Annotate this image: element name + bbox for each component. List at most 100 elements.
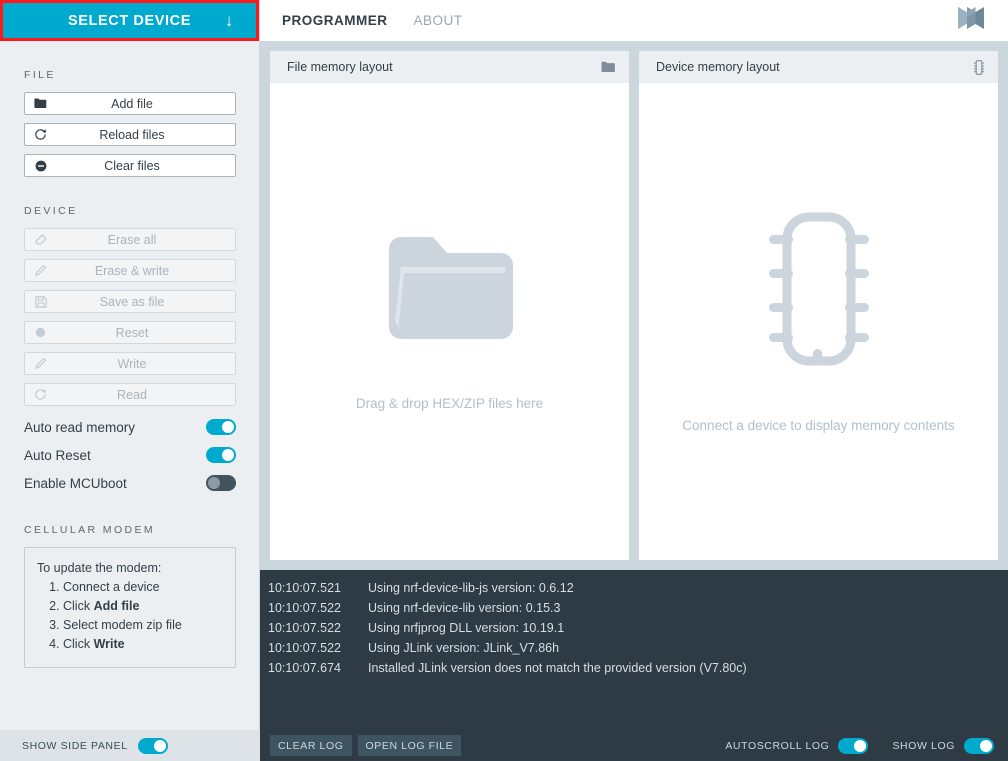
enable-mcuboot-row: Enable MCUboot — [24, 470, 236, 496]
select-device-label: SELECT DEVICE — [67, 12, 191, 29]
log-entry: 10:10:07.521 Using nrf-device-lib-js ver… — [260, 578, 1008, 598]
log-entry: 10:10:07.522 Using nrf-device-lib versio… — [260, 598, 1008, 618]
cellular-modem-section-title: CELLULAR MODEM — [24, 524, 156, 536]
clear-files-label: Clear files — [104, 158, 160, 173]
memory-panels: File memory layout Drag & drop HEX/ZIP f… — [260, 41, 1008, 570]
step-bold: Add file — [93, 599, 140, 613]
read-label: Read — [117, 387, 147, 402]
add-file-button[interactable]: Add file — [24, 92, 236, 115]
open-log-file-button[interactable]: OPEN LOG FILE — [357, 735, 462, 756]
nordic-semiconductor-logo-icon — [954, 3, 988, 38]
step-text: Select modem zip file — [63, 618, 182, 632]
bottom-bar-left: SHOW SIDE PANEL — [0, 730, 260, 761]
log-timestamp: 10:10:07.522 — [268, 601, 341, 615]
add-file-label: Add file — [111, 96, 153, 111]
show-log-toggle[interactable] — [964, 737, 994, 754]
reload-files-button[interactable]: Reload files — [24, 123, 236, 146]
reload-icon — [34, 128, 47, 141]
device-memory-layout-body[interactable]: Connect a device to display memory conte… — [639, 83, 998, 560]
auto-reset-toggle[interactable] — [206, 447, 236, 463]
list-item: Click Write — [63, 635, 223, 654]
pencil-icon — [34, 357, 47, 370]
eraser-icon — [34, 233, 47, 246]
sidebar-content: FILE Add file Reload files Clear files D… — [0, 41, 259, 730]
side-panel: SELECT DEVICE ↓ FILE Add file Reload fil… — [0, 0, 260, 730]
device-memory-layout-title: Device memory layout — [656, 60, 780, 74]
file-memory-placeholder-text: Drag & drop HEX/ZIP files here — [355, 395, 544, 411]
autoscroll-log-label: AUTOSCROLL LOG — [725, 739, 830, 752]
show-log-label: SHOW LOG — [892, 739, 955, 752]
autoscroll-log-toggle[interactable] — [838, 737, 869, 754]
log-message: Using nrfjprog DLL version: 10.19.1 — [368, 621, 565, 635]
device-toggle-group: Auto read memory Auto Reset Enable MCUbo… — [24, 414, 236, 496]
step-text: Click — [63, 637, 94, 651]
main-area: PROGRAMMER ABOUT File memory layout Drag… — [260, 0, 1008, 730]
dot-icon — [34, 326, 47, 339]
write-button[interactable]: Write — [24, 352, 236, 375]
list-item: Click Add file — [63, 597, 223, 616]
modem-steps: Connect a device Click Add file Select m… — [63, 578, 223, 654]
select-device-button[interactable]: SELECT DEVICE ↓ — [0, 0, 259, 41]
log-timestamp: 10:10:07.674 — [268, 661, 341, 675]
save-as-file-label: Save as file — [99, 294, 165, 309]
clear-log-button[interactable]: CLEAR LOG — [270, 735, 352, 756]
modem-instructions-box: To update the modem: Connect a device Cl… — [24, 547, 236, 668]
show-log-group: SHOW LOG — [892, 737, 994, 754]
reload-icon — [34, 388, 47, 401]
tab-programmer[interactable]: PROGRAMMER — [282, 13, 388, 28]
top-navigation-bar: PROGRAMMER ABOUT — [260, 0, 1008, 41]
folder-icon — [601, 61, 615, 73]
file-memory-layout-header: File memory layout — [270, 51, 629, 83]
log-timestamp: 10:10:07.521 — [268, 581, 341, 595]
autoscroll-log-group: AUTOSCROLL LOG — [725, 737, 869, 754]
log-entry: 10:10:07.522 Using nrfjprog DLL version:… — [260, 618, 1008, 638]
show-side-panel-toggle[interactable] — [137, 737, 168, 754]
list-item: Select modem zip file — [63, 616, 223, 635]
log-message: Using nrf-device-lib version: 0.15.3 — [368, 601, 561, 615]
log-message: Using JLink version: JLink_V7.86h — [368, 641, 560, 655]
device-memory-placeholder-text: Connect a device to display memory conte… — [682, 417, 955, 433]
log-panel[interactable]: 10:10:07.521 Using nrf-device-lib-js ver… — [260, 570, 1008, 730]
erase-and-write-label: Erase & write — [94, 263, 170, 278]
reset-button[interactable]: Reset — [24, 321, 236, 344]
log-message: Installed JLink version does not match t… — [368, 661, 747, 675]
file-memory-layout-body[interactable]: Drag & drop HEX/ZIP files here — [270, 83, 629, 560]
bottom-bar: SHOW SIDE PANEL CLEAR LOG OPEN LOG FILE … — [0, 730, 1008, 761]
save-as-file-button[interactable]: Save as file — [24, 290, 236, 313]
app-body: SELECT DEVICE ↓ FILE Add file Reload fil… — [0, 0, 1008, 730]
device-button-group: Erase all Erase & write Save as file Res… — [24, 228, 236, 406]
show-side-panel-label: SHOW SIDE PANEL — [22, 739, 128, 752]
read-button[interactable]: Read — [24, 383, 236, 406]
pencil-icon — [34, 264, 47, 277]
clear-files-button[interactable]: Clear files — [24, 154, 236, 177]
logo-container — [954, 3, 988, 38]
step-text: Click — [63, 599, 94, 613]
write-label: Write — [117, 356, 147, 371]
chip-graphic-icon — [767, 211, 871, 372]
file-memory-layout-title: File memory layout — [287, 60, 393, 74]
auto-reset-row: Auto Reset — [24, 442, 236, 468]
list-item: Connect a device — [63, 578, 223, 597]
erase-all-button[interactable]: Erase all — [24, 228, 236, 251]
device-section-title: DEVICE — [24, 205, 78, 217]
log-entry: 10:10:07.522 Using JLink version: JLink_… — [260, 638, 1008, 658]
auto-read-memory-toggle[interactable] — [206, 419, 236, 435]
log-entry: 10:10:07.674 Installed JLink version doe… — [260, 658, 1008, 678]
step-bold: Write — [93, 637, 125, 651]
device-memory-layout-panel: Device memory layout Connect a device to… — [639, 51, 998, 560]
erase-and-write-button[interactable]: Erase & write — [24, 259, 236, 282]
reset-label: Reset — [115, 325, 149, 340]
auto-read-memory-label: Auto read memory — [24, 419, 136, 435]
tab-about[interactable]: ABOUT — [414, 13, 463, 28]
bottom-bar-right: CLEAR LOG OPEN LOG FILE AUTOSCROLL LOG S… — [260, 730, 1008, 761]
file-memory-layout-panel: File memory layout Drag & drop HEX/ZIP f… — [270, 51, 629, 560]
file-button-group: Add file Reload files Clear files — [24, 92, 236, 177]
enable-mcuboot-toggle[interactable] — [206, 475, 236, 491]
log-timestamp: 10:10:07.522 — [268, 641, 341, 655]
reload-files-label: Reload files — [99, 127, 165, 142]
device-memory-layout-header: Device memory layout — [639, 51, 998, 83]
auto-reset-label: Auto Reset — [24, 447, 91, 463]
minus-circle-icon — [34, 159, 47, 172]
erase-all-label: Erase all — [107, 232, 157, 247]
modem-intro: To update the modem: — [37, 561, 162, 575]
